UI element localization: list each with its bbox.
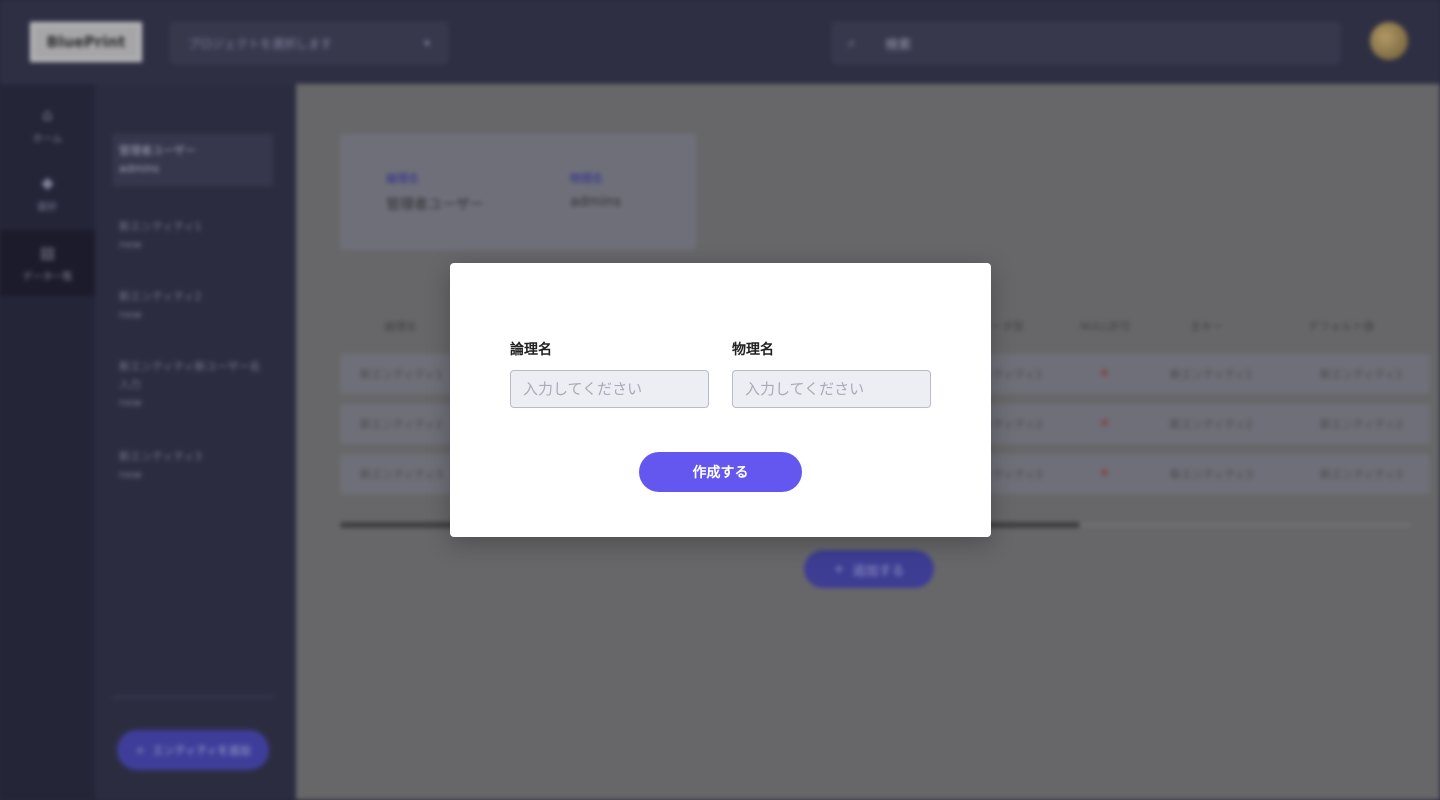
logical-name-input[interactable] <box>510 370 709 408</box>
create-button[interactable]: 作成する <box>639 452 802 492</box>
create-entity-modal: 論理名 物理名 作成する <box>450 263 991 537</box>
logical-name-label: 論理名 <box>510 342 552 358</box>
physical-name-input[interactable] <box>732 370 931 408</box>
physical-name-label: 物理名 <box>732 342 774 358</box>
logical-name-field: 論理名 <box>510 339 709 408</box>
physical-name-field: 物理名 <box>732 339 931 408</box>
